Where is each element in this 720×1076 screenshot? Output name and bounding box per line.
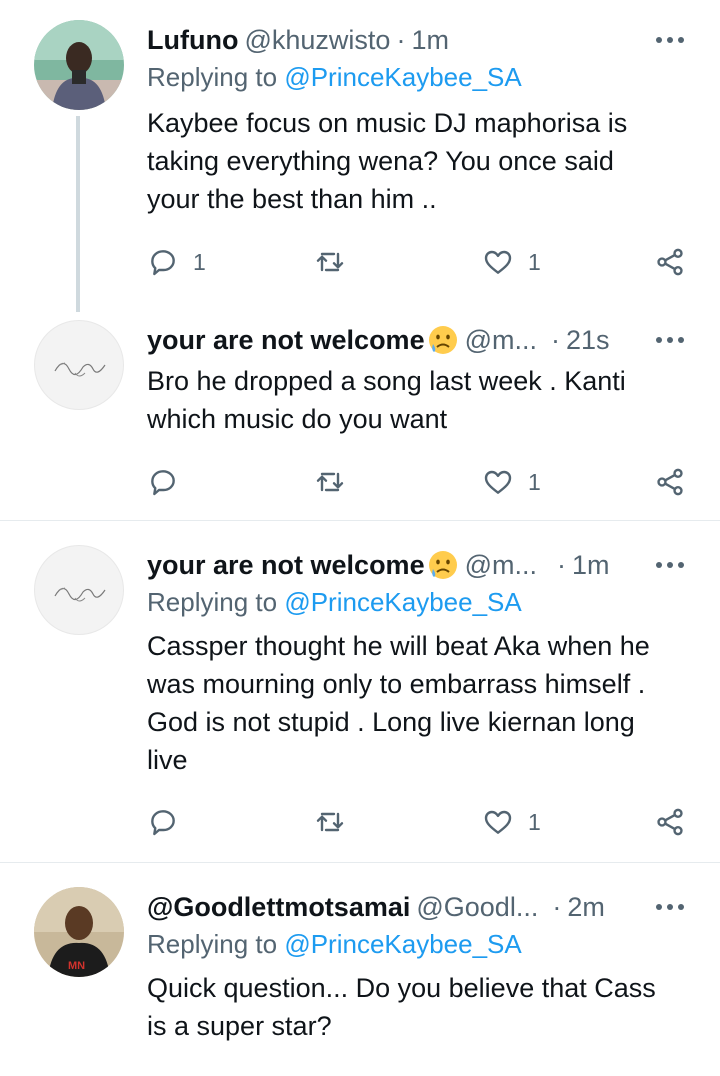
replying-mention-link[interactable]: @PrinceKaybee_SA [284, 62, 521, 92]
retweet-icon [316, 252, 344, 272]
retweet-button[interactable] [314, 462, 360, 502]
retweet-button[interactable] [314, 802, 360, 842]
reply-button[interactable]: 1 [147, 242, 206, 282]
tweet-actions: 1 [147, 462, 692, 502]
share-icon [657, 468, 683, 496]
like-count: 1 [528, 468, 541, 495]
like-button[interactable]: 1 [482, 242, 541, 282]
user-handle[interactable]: @Goodl... [416, 892, 538, 923]
reply-icon [151, 250, 175, 276]
reply-icon [151, 810, 175, 836]
replying-to: Replying to @PrinceKaybee_SA [147, 62, 522, 93]
avatar[interactable] [34, 320, 124, 410]
replying-to: Replying to @PrinceKaybee_SA [147, 587, 522, 618]
share-button[interactable] [654, 802, 686, 842]
tweet-text: Cassper thought he will beat Aka when he… [147, 631, 650, 775]
like-button[interactable]: 1 [482, 462, 541, 502]
tweet-header: Lufuno @khuzwisto · 1m [147, 20, 449, 60]
retweet-icon [316, 812, 344, 832]
like-button[interactable]: 1 [482, 802, 541, 842]
heart-icon [484, 250, 512, 274]
replying-prefix: Replying to [147, 929, 285, 959]
separator-dot: · [551, 324, 560, 355]
more-options-icon[interactable] [656, 551, 686, 579]
tweet-divider [0, 862, 720, 863]
display-name[interactable]: Lufuno [147, 25, 238, 56]
timestamp[interactable]: 1m [572, 550, 610, 581]
display-name[interactable]: your are not welcome [147, 550, 425, 581]
separator-dot: · [557, 549, 566, 580]
retweet-button[interactable] [314, 242, 360, 282]
tweet-actions: 1 1 [147, 242, 692, 282]
heart-icon [484, 810, 512, 834]
replying-to: Replying to @PrinceKaybee_SA [147, 929, 522, 960]
separator-dot: · [552, 891, 562, 922]
reply-icon [151, 470, 175, 496]
replying-mention-link[interactable]: @PrinceKaybee_SA [284, 587, 521, 617]
reply-count: 1 [193, 248, 206, 275]
reply-button[interactable] [147, 462, 193, 502]
timestamp[interactable]: 21s [566, 325, 610, 356]
display-name[interactable]: your are not welcome [147, 325, 425, 356]
tweet-text: Kaybee focus on music DJ maphorisa is ta… [147, 108, 628, 214]
thread-line [76, 116, 80, 312]
user-handle[interactable]: @m... [465, 550, 537, 581]
user-handle[interactable]: @khuzwisto [244, 25, 390, 56]
sad-face-emoji-icon [428, 326, 457, 354]
svg-text:MN: MN [68, 960, 85, 972]
tweet-header: @Goodlettmotsamai @Goodl... · 2m [147, 887, 605, 927]
timestamp[interactable]: 1m [411, 25, 449, 56]
more-options-icon[interactable] [656, 893, 686, 921]
avatar[interactable]: MN [34, 887, 124, 977]
more-options-icon[interactable] [656, 26, 686, 54]
user-photo-avatar-icon: MN [34, 887, 124, 977]
timestamp[interactable]: 2m [567, 892, 605, 923]
signature-avatar-icon [54, 587, 106, 602]
avatar[interactable] [34, 545, 124, 635]
retweet-icon [316, 472, 344, 492]
replying-prefix: Replying to [147, 62, 285, 92]
separator-dot: · [396, 24, 406, 55]
user-handle[interactable]: @m... [465, 325, 537, 356]
like-count: 1 [528, 808, 541, 835]
tweet-divider [0, 520, 720, 521]
sad-face-emoji-icon [428, 551, 457, 579]
replying-mention-link[interactable]: @PrinceKaybee_SA [284, 929, 521, 959]
like-count: 1 [528, 248, 541, 275]
heart-icon [484, 470, 512, 494]
replying-prefix: Replying to [147, 587, 285, 617]
tweet-header: your are not welcome @m... · 1m [147, 545, 610, 585]
tweet-text: Quick question... Do you believe that Ca… [147, 973, 656, 1041]
user-photo-avatar-icon [34, 20, 124, 110]
reply-button[interactable] [147, 802, 193, 842]
share-icon [657, 808, 683, 836]
signature-avatar-icon [54, 362, 106, 377]
tweet-text: Bro he dropped a song last week . Kanti … [147, 366, 626, 434]
share-button[interactable] [654, 462, 686, 502]
display-name[interactable]: @Goodlettmotsamai [147, 892, 410, 923]
share-button[interactable] [654, 242, 686, 282]
share-icon [657, 248, 683, 276]
tweet-header: your are not welcome @m... · 21s [147, 320, 610, 360]
more-options-icon[interactable] [656, 326, 686, 354]
tweet-actions: 1 [147, 802, 692, 842]
avatar[interactable] [34, 20, 124, 110]
